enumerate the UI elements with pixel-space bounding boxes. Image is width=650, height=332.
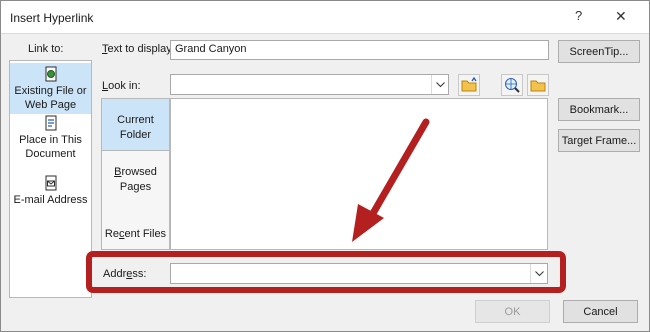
browse-file-icon[interactable] <box>527 74 549 96</box>
tab-browsed-pages-line1: Browsed <box>114 166 157 178</box>
link-to-place-in-document[interactable]: Place in This Document <box>10 115 91 161</box>
screentip-button[interactable]: ScreenTip... <box>558 40 640 63</box>
text-to-display-field[interactable]: Grand Canyon <box>170 40 549 60</box>
ok-button[interactable]: OK <box>475 300 550 323</box>
tab-browsed-pages[interactable]: Browsed Pages <box>102 165 169 199</box>
link-to-panel: Existing File or Web Page Place in This … <box>9 60 92 298</box>
cancel-button[interactable]: Cancel <box>563 300 638 323</box>
link-to-place-label-1: Place in This <box>19 134 82 146</box>
text-to-display-label: Text to display: <box>102 43 175 55</box>
tab-current-folder-line2: Folder <box>119 129 152 141</box>
link-to-place-label-2: Document <box>25 148 76 160</box>
tab-browsed-pages-line2: Pages <box>119 181 152 193</box>
look-in-tabs-panel: Current Folder Browsed Pages Recent File… <box>101 98 170 250</box>
look-in-label: Look in: <box>102 80 141 92</box>
dialog-title: Insert Hyperlink <box>10 11 94 25</box>
document-icon <box>45 115 56 131</box>
bookmark-button[interactable]: Bookmark... <box>558 98 640 121</box>
annotation-arrow-icon <box>352 118 430 242</box>
look-in-combo[interactable] <box>170 74 449 95</box>
chevron-down-icon[interactable] <box>431 75 448 94</box>
tab-current-folder[interactable]: Current Folder <box>102 99 169 151</box>
address-highlight-box <box>86 251 566 293</box>
up-folder-icon[interactable] <box>458 74 480 96</box>
title-bar: Insert Hyperlink ? ✕ <box>1 1 649 34</box>
help-button[interactable]: ? <box>575 8 582 23</box>
link-to-existing-file[interactable]: Existing File or Web Page <box>10 63 91 114</box>
text-to-display-value: Grand Canyon <box>175 43 247 55</box>
tab-recent-files[interactable]: Recent Files <box>102 227 169 245</box>
link-to-label: Link to: <box>28 43 64 55</box>
browse-web-icon[interactable] <box>501 74 523 96</box>
tab-current-folder-line1: Current <box>117 114 154 126</box>
target-frame-button[interactable]: Target Frame... <box>558 129 640 152</box>
web-page-icon <box>45 66 56 82</box>
link-to-email-address[interactable]: E-mail Address <box>10 175 91 207</box>
link-to-existing-label-1: Existing File or <box>14 85 87 97</box>
email-icon <box>45 175 56 191</box>
tab-recent-files-label: Recent Files <box>104 228 167 240</box>
link-to-existing-label-2: Web Page <box>24 99 77 111</box>
link-to-email-label: E-mail Address <box>13 194 88 206</box>
close-button[interactable]: ✕ <box>615 8 627 25</box>
